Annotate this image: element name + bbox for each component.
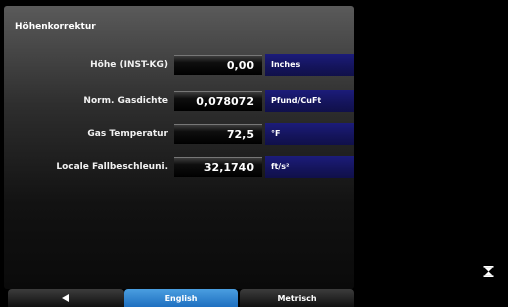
height-label: Höhe (INST-KG) [90,60,168,70]
gas-density-label: Norm. Gasdichte [83,96,168,106]
panel-title: Höhenkorrektur [15,22,96,32]
gas-density-unit-selector[interactable]: Pfund/CuFt [265,90,354,112]
gas-temperature-value-field[interactable]: 72,5 [174,124,262,144]
gas-density-value-field[interactable]: 0,078072 [174,91,262,111]
height-value-field[interactable]: 0,00 [174,55,262,75]
hourglass-icon[interactable] [483,266,494,277]
english-units-button[interactable]: English [124,289,238,307]
screen: Höhenkorrektur Höhe (INST-KG) 0,00 Inche… [0,0,508,307]
altitude-correction-panel: Höhenkorrektur [4,6,354,289]
gas-temperature-unit-selector[interactable]: °F [265,123,354,145]
local-gravity-unit-selector[interactable]: ft/s² [265,156,354,178]
metric-units-button[interactable]: Metrisch [240,289,354,307]
local-gravity-value-field[interactable]: 32,1740 [174,157,262,177]
back-button[interactable] [8,289,124,307]
height-unit-selector[interactable]: Inches [265,54,354,76]
local-gravity-label: Locale Fallbeschleuni. [56,162,168,172]
gas-temperature-label: Gas Temperatur [87,129,168,139]
bottom-bar: English Metrisch [4,289,354,307]
left-arrow-icon [62,294,69,302]
